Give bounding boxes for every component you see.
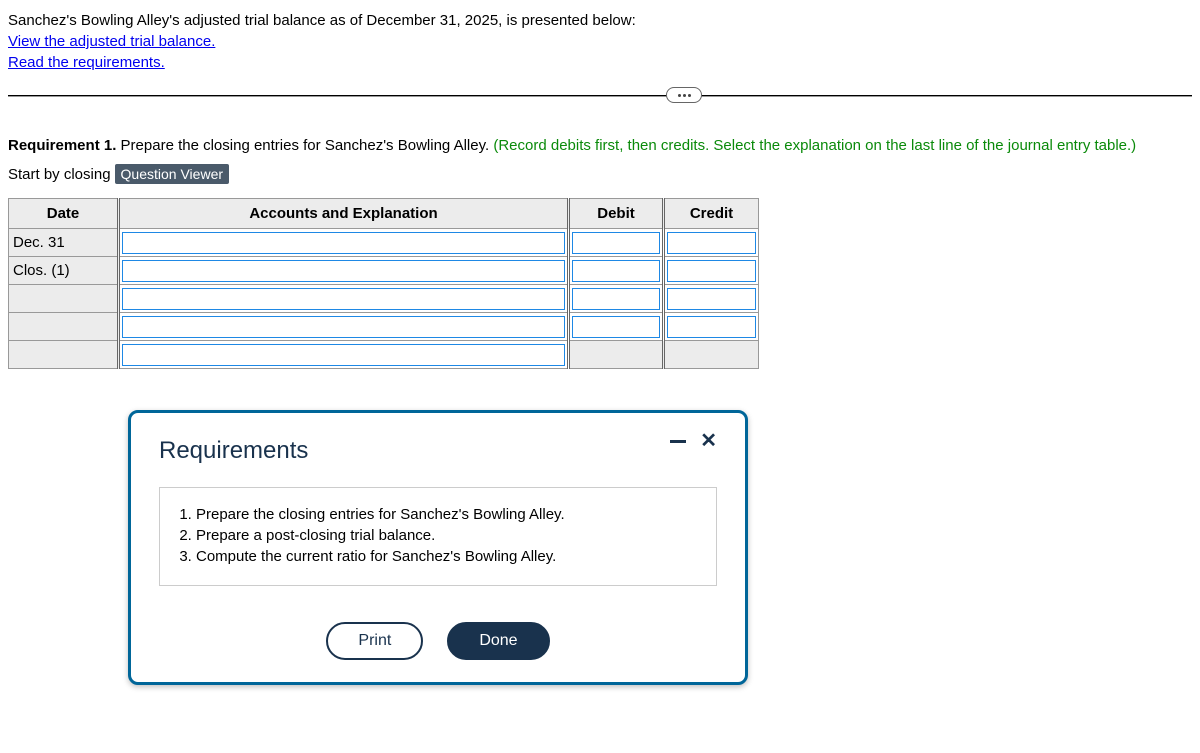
requirements-modal: Requirements ✕ Prepare the closing entri…	[128, 410, 748, 685]
col-credit: Credit	[664, 199, 759, 229]
requirement-item-3: Compute the current ratio for Sanchez's …	[196, 548, 704, 565]
start-by-closing-text: Start by closing	[8, 166, 111, 183]
journal-entry-table: Date Accounts and Explanation Debit Cred…	[8, 198, 759, 369]
requirement-1-label: Requirement 1.	[8, 137, 116, 154]
credit-input-r4[interactable]	[667, 316, 756, 338]
close-icon[interactable]: ✕	[700, 431, 717, 451]
link-read-requirements[interactable]: Read the requirements.	[8, 54, 165, 71]
date-cell-1: Dec. 31	[9, 229, 119, 257]
debit-blank-r5	[569, 341, 664, 369]
debit-input-r3[interactable]	[572, 288, 660, 310]
credit-input-r1[interactable]	[667, 232, 756, 254]
done-button[interactable]: Done	[447, 622, 549, 660]
requirements-box: Prepare the closing entries for Sanchez'…	[159, 487, 717, 586]
intro-text: Sanchez's Bowling Alley's adjusted trial…	[8, 12, 1192, 29]
date-cell-2: Clos. (1)	[9, 257, 119, 285]
credit-input-r2[interactable]	[667, 260, 756, 282]
debit-input-r1[interactable]	[572, 232, 660, 254]
requirement-1-line: Requirement 1. Prepare the closing entri…	[8, 137, 1192, 154]
date-cell-5	[9, 341, 119, 369]
debit-input-r2[interactable]	[572, 260, 660, 282]
requirement-item-1: Prepare the closing entries for Sanchez'…	[196, 506, 704, 523]
link-view-adjusted-trial-balance[interactable]: View the adjusted trial balance.	[8, 33, 215, 50]
accounts-input-r2[interactable]	[122, 260, 565, 282]
credit-blank-r5	[664, 341, 759, 369]
accounts-input-r4[interactable]	[122, 316, 565, 338]
col-date: Date	[9, 199, 119, 229]
expand-pill[interactable]	[666, 87, 702, 103]
date-cell-3	[9, 285, 119, 313]
requirement-item-2: Prepare a post-closing trial balance.	[196, 527, 704, 544]
question-viewer-badge[interactable]: Question Viewer	[115, 164, 229, 184]
accounts-input-r1[interactable]	[122, 232, 565, 254]
accounts-input-r5[interactable]	[122, 344, 565, 366]
section-divider	[8, 95, 1192, 97]
requirement-1-hint: (Record debits first, then credits. Sele…	[493, 137, 1136, 154]
credit-input-r3[interactable]	[667, 288, 756, 310]
modal-title: Requirements	[159, 437, 308, 465]
requirement-1-text: Prepare the closing entries for Sanchez'…	[116, 137, 493, 154]
col-accounts: Accounts and Explanation	[119, 199, 569, 229]
start-by-closing-row: Start by closing Question Viewer	[8, 164, 1192, 184]
accounts-input-r3[interactable]	[122, 288, 565, 310]
print-button[interactable]: Print	[326, 622, 423, 660]
minimize-icon[interactable]	[670, 440, 686, 443]
debit-input-r4[interactable]	[572, 316, 660, 338]
date-cell-4	[9, 313, 119, 341]
col-debit: Debit	[569, 199, 664, 229]
